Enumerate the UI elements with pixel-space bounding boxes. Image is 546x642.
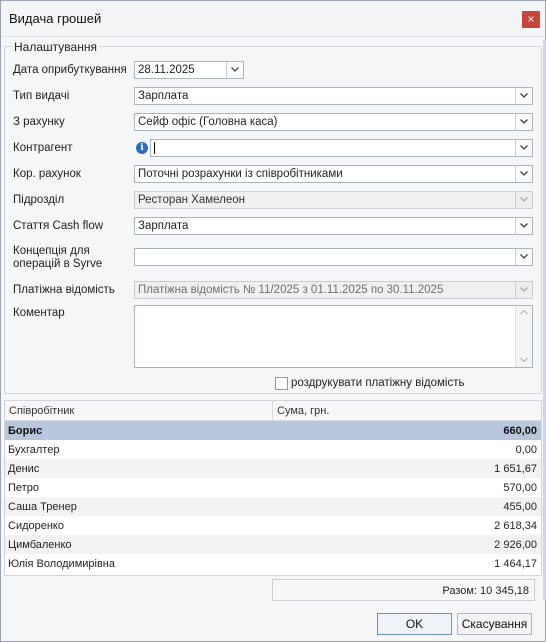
employee-name: Цимбаленко	[8, 539, 72, 551]
employee-amount[interactable]: 0,00	[516, 444, 537, 456]
print-payroll-checkbox[interactable]	[275, 377, 288, 390]
cashflow-item-select[interactable]: Зарплата	[134, 217, 533, 235]
syrve-concept-dropdown-button[interactable]	[515, 249, 532, 265]
table-row[interactable]: Петро 570,00	[5, 478, 541, 497]
table-row[interactable]: Денис 1 651,67	[5, 459, 541, 478]
from-account-value: Сейф офіс (Головна каса)	[138, 116, 278, 128]
table-header: Співробітник Сума, грн.	[5, 401, 541, 421]
total-value: Разом: 10 345,18	[442, 585, 529, 597]
chevron-down-icon	[231, 67, 239, 72]
employee-amount[interactable]: 660,00	[503, 425, 537, 437]
total-summary: Разом: 10 345,18	[272, 579, 535, 601]
payroll-label: Платіжна відомість	[13, 284, 115, 296]
employee-name: Сидоренко	[8, 520, 64, 532]
department-select: Ресторан Хамелеон	[134, 191, 533, 209]
department-value: Ресторан Хамелеон	[138, 194, 246, 206]
text-caret	[154, 142, 155, 154]
from-account-dropdown-button[interactable]	[515, 114, 532, 130]
employee-amount[interactable]: 2 618,34	[494, 520, 537, 532]
cancel-button[interactable]: Скасування	[457, 613, 532, 635]
payout-type-value: Зарплата	[138, 90, 189, 102]
column-header-employee[interactable]: Співробітник	[9, 405, 74, 417]
from-account-select[interactable]: Сейф офіс (Головна каса)	[134, 113, 533, 131]
department-label: Підрозділ	[13, 194, 65, 206]
cashflow-dropdown-button[interactable]	[515, 218, 532, 234]
department-dropdown-button	[515, 192, 532, 208]
employee-name: Саша Тренер	[8, 501, 77, 513]
payroll-select: Платіжна відомість № 11/2025 з 01.11.202…	[134, 281, 533, 299]
table-row[interactable]: Борис 660,00	[5, 421, 541, 440]
counterparty-label: Контрагент	[13, 142, 73, 154]
chevron-down-icon	[520, 93, 528, 98]
ok-button[interactable]: OK	[377, 613, 452, 635]
corr-account-dropdown-button[interactable]	[515, 166, 532, 182]
table-row[interactable]: Сидоренко 2 618,34	[5, 516, 541, 535]
chevron-down-icon	[520, 254, 528, 259]
chevron-down-icon	[520, 171, 528, 176]
syrve-concept-select[interactable]	[134, 248, 533, 266]
corr-account-label: Кор. рахунок	[13, 168, 81, 180]
scroll-down-icon[interactable]	[520, 357, 528, 363]
payout-type-select[interactable]: Зарплата	[134, 87, 533, 105]
table-row[interactable]: Саша Тренер 455,00	[5, 497, 541, 516]
print-payroll-label[interactable]: роздрукувати платіжну відомість	[291, 377, 464, 389]
cashflow-item-value: Зарплата	[138, 220, 189, 232]
payout-type-dropdown-button[interactable]	[515, 88, 532, 104]
info-icon[interactable]: i	[136, 142, 148, 154]
comment-textarea[interactable]	[134, 305, 533, 368]
close-icon: ×	[527, 12, 535, 26]
employee-name: Петро	[8, 482, 39, 494]
chevron-down-icon	[520, 145, 528, 150]
comment-label: Коментар	[13, 307, 65, 319]
chevron-down-icon	[520, 119, 528, 124]
employee-name: Борис	[8, 425, 43, 437]
employee-amount[interactable]: 1 651,67	[494, 463, 537, 475]
column-separator[interactable]	[272, 401, 273, 420]
title-bar[interactable]: Видача грошей ×	[1, 1, 545, 37]
employee-name: Денис	[8, 463, 40, 475]
table-row[interactable]: Юлія Володимирівна 1 464,17	[5, 554, 541, 573]
table-row[interactable]: Бухгалтер 0,00	[5, 440, 541, 459]
column-header-amount[interactable]: Сума, грн.	[277, 405, 329, 417]
scroll-up-icon[interactable]	[520, 309, 528, 315]
counterparty-combo[interactable]	[150, 139, 533, 157]
employee-name: Бухгалтер	[8, 444, 60, 456]
employee-amount[interactable]: 570,00	[503, 482, 537, 494]
table-row[interactable]: Цимбаленко 2 926,00	[5, 535, 541, 554]
employee-amount-table: Співробітник Сума, грн. Борис 660,00 Бух…	[4, 400, 542, 576]
payroll-value: Платіжна відомість № 11/2025 з 01.11.202…	[138, 284, 444, 296]
counterparty-dropdown-button[interactable]	[515, 140, 532, 156]
cashflow-item-label: Стаття Cash flow	[13, 220, 104, 232]
comment-scrollbar[interactable]	[515, 306, 532, 367]
employee-amount[interactable]: 2 926,00	[494, 539, 537, 551]
window-title: Видача грошей	[9, 11, 102, 26]
settings-legend: Налаштування	[12, 40, 99, 54]
chevron-down-icon	[520, 223, 528, 228]
chevron-down-icon	[520, 287, 528, 292]
date-dropdown-button[interactable]	[226, 62, 243, 78]
payout-type-label: Тип видачі	[13, 90, 70, 102]
from-account-label: З рахунку	[13, 116, 65, 128]
close-button[interactable]: ×	[522, 11, 540, 28]
chevron-down-icon	[520, 197, 528, 202]
employee-amount[interactable]: 455,00	[503, 501, 537, 513]
syrve-concept-label: Концепція для операцій в Syrve	[13, 245, 103, 270]
corr-account-value: Поточні розрахунки із співробітниками	[138, 168, 343, 180]
payroll-dropdown-button	[515, 282, 532, 298]
employee-amount[interactable]: 1 464,17	[494, 558, 537, 570]
corr-account-select[interactable]: Поточні розрахунки із співробітниками	[134, 165, 533, 183]
posting-date-picker[interactable]: 28.11.2025	[134, 61, 244, 79]
posting-date-label: Дата оприбуткування	[13, 64, 127, 76]
posting-date-value: 28.11.2025	[138, 64, 195, 76]
employee-name: Юлія Володимирівна	[8, 558, 115, 570]
